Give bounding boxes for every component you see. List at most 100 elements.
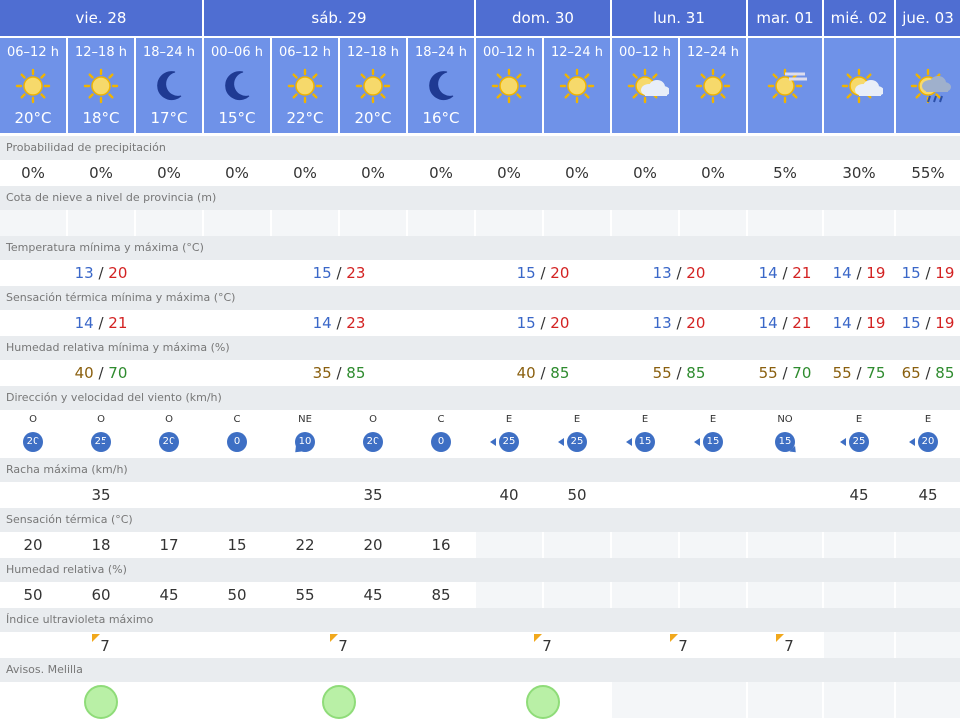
gust-cell [136, 482, 202, 508]
humidity-single-cell [476, 582, 542, 608]
period-header: 12–24 h [544, 38, 610, 133]
feels-single-cell: 17 [136, 532, 202, 558]
period-header [896, 38, 960, 133]
period-header: 18–24 h 17°C [136, 38, 202, 133]
warning-cell [204, 682, 474, 719]
separator: / [671, 264, 687, 282]
warning-cell [612, 682, 746, 718]
feels-single-cell: 18 [68, 532, 134, 558]
precip-cell: 55% [896, 160, 960, 186]
wind-speed-badge: 20 [909, 432, 938, 452]
max-value: 23 [346, 314, 366, 332]
feels-cell: 13 / 20 [612, 310, 746, 336]
min-value: 40 [74, 364, 94, 382]
max-value: 75 [866, 364, 886, 382]
precip-cell: 5% [748, 160, 822, 186]
feels-single-cell [680, 532, 746, 558]
day-header[interactable]: sáb. 29 [204, 0, 474, 36]
moon-icon [213, 66, 261, 106]
gust-cell: 45 [824, 482, 894, 508]
day-header[interactable]: dom. 30 [476, 0, 610, 36]
section-wind: Dirección y velocidad del viento (km/h) [0, 386, 960, 410]
period-temp: 17°C [150, 109, 188, 127]
separator: / [535, 314, 551, 332]
period-temp: 18°C [82, 109, 120, 127]
wind-speed-badge: 15 [775, 432, 799, 456]
period-label: 00–12 h [619, 45, 671, 60]
period-label: 12–18 h [75, 45, 127, 60]
snow-cell [748, 210, 822, 236]
day-header[interactable]: mié. 02 [824, 0, 894, 36]
separator: / [331, 364, 347, 382]
wind-cell: O 25 [68, 410, 134, 458]
min-value: 15 [312, 264, 332, 282]
sun-rain-icon [904, 66, 952, 106]
day-header[interactable]: jue. 03 [896, 0, 960, 36]
humidity-single-cell [748, 582, 822, 608]
day-header[interactable]: mar. 01 [748, 0, 822, 36]
feels-single-cell: 15 [204, 532, 270, 558]
feels-cell: 14 / 21 [748, 310, 822, 336]
wind-speed: 20 [921, 436, 935, 447]
snow-cell [476, 210, 542, 236]
separator: / [777, 314, 793, 332]
min-value: 14 [758, 264, 778, 282]
max-value: 70 [108, 364, 128, 382]
min-value: 13 [652, 264, 672, 282]
separator: / [851, 314, 867, 332]
sun-icon [77, 66, 125, 106]
period-header: 18–24 h 16°C [408, 38, 474, 133]
section-feels-single: Sensación térmica (°C) [0, 508, 960, 532]
sun-cloud-icon [835, 66, 884, 106]
snow-cell [340, 210, 406, 236]
max-value: 21 [108, 314, 128, 332]
period-label: 18–24 h [415, 45, 467, 60]
section-temperature: Temperatura mínima y máxima (°C) [0, 236, 960, 260]
max-value: 19 [935, 314, 955, 332]
precip-cell: 0% [612, 160, 678, 186]
sun-haze-icon [761, 66, 809, 106]
humidity-single-cell [680, 582, 746, 608]
max-value: 19 [935, 264, 955, 282]
snow-cell [896, 210, 960, 236]
separator: / [93, 364, 109, 382]
snow-cell [612, 210, 678, 236]
precip-cell: 0% [272, 160, 338, 186]
section-humidity: Humedad relativa mínima y máxima (%) [0, 336, 960, 360]
snow-cell [136, 210, 202, 236]
min-value: 40 [516, 364, 536, 382]
period-label: 06–12 h [279, 45, 331, 60]
feels-cell: 14 / 23 [204, 310, 474, 336]
section-gust: Racha máxima (km/h) [0, 458, 960, 482]
day-header[interactable]: vie. 28 [0, 0, 202, 36]
period-header: 12–18 h 20°C [340, 38, 406, 133]
wind-speed-badge: 10 [292, 432, 315, 456]
humidity-single-cell: 45 [136, 582, 202, 608]
wind-direction: O [97, 414, 105, 425]
min-value: 65 [901, 364, 921, 382]
wind-cell: O 20 [136, 410, 202, 458]
wind-cell: E 25 [476, 410, 542, 458]
max-value: 19 [866, 264, 886, 282]
separator: / [777, 364, 793, 382]
wind-speed-badge: 25 [490, 432, 519, 452]
humidity-cell: 55 / 85 [612, 360, 746, 386]
min-value: 15 [516, 264, 536, 282]
wind-cell: E 25 [544, 410, 610, 458]
max-value: 20 [550, 314, 570, 332]
humidity-cell: 55 / 75 [824, 360, 894, 386]
separator: / [331, 314, 347, 332]
max-value: 20 [686, 264, 706, 282]
feels-cell: 14 / 21 [0, 310, 202, 336]
uv-cell: 7 [204, 632, 474, 658]
period-temp: 15°C [218, 109, 256, 127]
precip-cell: 0% [136, 160, 202, 186]
min-value: 35 [312, 364, 332, 382]
day-header[interactable]: lun. 31 [612, 0, 746, 36]
forecast-table: vie. 28 sáb. 29 dom. 30 lun. 31 mar. 01 mié. … [0, 0, 960, 720]
wind-arrow-icon [626, 438, 632, 446]
feels-single-cell [544, 532, 610, 558]
min-value: 55 [758, 364, 778, 382]
min-value: 14 [312, 314, 332, 332]
separator: / [535, 264, 551, 282]
